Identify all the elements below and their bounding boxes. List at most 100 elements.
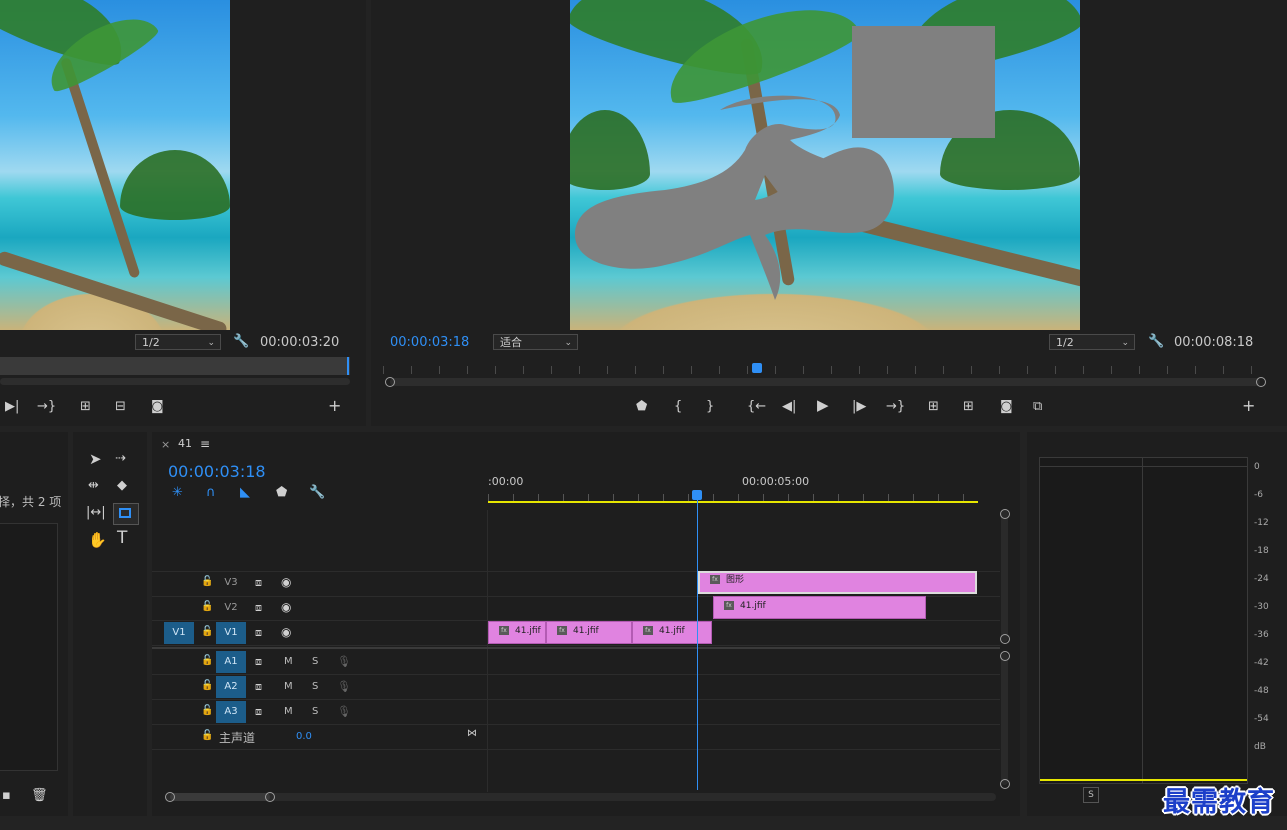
graphic-clip[interactable]: fx 图形 [698, 571, 977, 594]
nest-toggle-icon[interactable]: ✳ [172, 486, 183, 500]
source-playhead[interactable] [347, 357, 349, 375]
microphone-icon[interactable]: 🎙 [337, 680, 351, 694]
step-forward-icon[interactable]: |▶ [852, 400, 866, 414]
timeline-playhead-line[interactable] [697, 498, 698, 790]
sync-lock-icon[interactable]: ⧈ [255, 626, 262, 640]
insert-icon[interactable]: ⊞ [80, 400, 91, 414]
v1-image-clip-1[interactable]: fx 41.jfif [488, 621, 546, 644]
sync-lock-icon[interactable]: ⧈ [255, 680, 262, 694]
scroll-handle[interactable] [1000, 779, 1010, 789]
lock-icon[interactable]: 🔓 [201, 655, 213, 666]
lock-icon[interactable]: 🔓 [201, 576, 213, 587]
program-current-timecode[interactable]: 00:00:03:18 [390, 335, 469, 350]
program-time-ruler[interactable] [383, 366, 1263, 374]
mute-button[interactable]: M [284, 656, 293, 667]
program-zoom-bar[interactable] [390, 378, 1260, 386]
track-label-a3[interactable]: A3 [216, 701, 246, 723]
master-volume-value[interactable]: 0.0 [296, 731, 312, 742]
zoom-handle-right[interactable] [1256, 377, 1266, 387]
timeline-timecode[interactable]: 00:00:03:18 [168, 462, 266, 481]
track-label-v3[interactable]: V3 [216, 572, 246, 594]
type-tool-icon[interactable]: T [117, 530, 127, 547]
new-item-icon[interactable]: ▪ [2, 789, 11, 803]
track-label-v2[interactable]: V2 [216, 597, 246, 619]
mute-button[interactable]: M [284, 706, 293, 717]
trash-icon[interactable]: 🗑 [31, 789, 48, 803]
program-zoom-select[interactable]: 1/2 ⌄ [1049, 334, 1135, 350]
eye-icon[interactable]: ◉ [281, 625, 291, 639]
solo-button[interactable]: S [312, 681, 318, 692]
play-icon[interactable]: ▶ [817, 398, 829, 413]
sync-lock-icon[interactable]: ⧈ [255, 576, 262, 590]
v1-image-clip-2[interactable]: fx 41.jfif [546, 621, 632, 644]
add-marker-icon[interactable]: ⬟ [636, 400, 647, 414]
v2-image-clip[interactable]: fx 41.jfif [713, 596, 926, 619]
track-label-a1[interactable]: A1 [216, 651, 246, 673]
timeline-zoom-thumb[interactable] [170, 793, 270, 801]
track-label-v1[interactable]: V1 [216, 622, 246, 644]
scroll-handle[interactable] [165, 792, 175, 802]
scroll-handle[interactable] [1000, 634, 1010, 644]
track-label-a2[interactable]: A2 [216, 676, 246, 698]
lock-icon[interactable]: 🔓 [201, 601, 213, 612]
razor-tool-icon[interactable]: ◆ [117, 479, 127, 493]
wrench-icon[interactable]: 🔧 [233, 335, 249, 349]
sync-lock-icon[interactable]: ⧈ [255, 705, 262, 719]
source-scrub-bar[interactable] [0, 357, 350, 375]
mark-out-icon[interactable]: } [706, 400, 714, 414]
timeline-horizontal-scrollbar[interactable] [166, 793, 996, 801]
linked-selection-icon[interactable]: ◣ [240, 486, 250, 500]
scroll-handle[interactable] [1000, 509, 1010, 519]
microphone-icon[interactable]: 🎙 [337, 655, 351, 669]
extract-icon[interactable]: ⊞ [963, 400, 974, 414]
mark-in-icon[interactable]: { [674, 400, 682, 414]
step-forward-icon[interactable]: ▶| [5, 400, 19, 414]
scroll-handle[interactable] [265, 792, 275, 802]
add-button-icon[interactable]: + [1242, 398, 1255, 414]
add-marker-icon[interactable]: ⬟ [276, 486, 287, 500]
ripple-edit-tool-icon[interactable]: ⇹ [88, 479, 99, 493]
selection-tool-icon[interactable]: ➤ [89, 452, 102, 467]
sync-lock-icon[interactable]: ⧈ [255, 655, 262, 669]
solo-button[interactable]: S [312, 656, 318, 667]
hand-tool-icon[interactable]: ✋ [88, 533, 107, 548]
step-back-icon[interactable]: ◀| [782, 400, 796, 414]
overwrite-icon[interactable]: ⊟ [115, 400, 126, 414]
work-area-bar[interactable] [488, 501, 978, 503]
camera-icon[interactable]: ◙ [151, 400, 164, 414]
eye-icon[interactable]: ◉ [281, 575, 291, 589]
lift-icon[interactable]: ⊞ [928, 400, 939, 414]
audio-track-scrollbar[interactable] [1001, 653, 1008, 785]
add-button-icon[interactable]: + [328, 398, 341, 414]
camera-icon[interactable]: ◙ [1000, 400, 1013, 414]
comparison-view-icon[interactable]: ⧉ [1033, 400, 1042, 414]
scroll-handle[interactable] [1000, 651, 1010, 661]
go-to-in-icon[interactable]: {← [747, 400, 766, 414]
video-track-scrollbar[interactable] [1001, 510, 1008, 642]
go-to-out-icon[interactable]: →} [886, 400, 905, 414]
eye-icon[interactable]: ◉ [281, 600, 291, 614]
lock-icon[interactable]: 🔓 [201, 730, 213, 741]
source-patch-v1[interactable]: V1 [164, 622, 194, 644]
program-playhead-marker[interactable] [752, 363, 762, 373]
snap-icon[interactable]: ∩ [206, 486, 216, 500]
lock-icon[interactable]: 🔓 [201, 705, 213, 716]
timeline-menu-icon[interactable]: ≡ [200, 437, 210, 451]
go-to-out-icon[interactable]: →} [37, 400, 56, 414]
master-options-icon[interactable]: ⋈ [467, 727, 477, 741]
lock-icon[interactable]: 🔓 [201, 626, 213, 637]
solo-button[interactable]: S [312, 706, 318, 717]
mute-button[interactable]: M [284, 681, 293, 692]
slip-tool-icon[interactable]: |↔| [86, 506, 106, 520]
timeline-tab-close[interactable]: × [161, 438, 170, 451]
sync-lock-icon[interactable]: ⧈ [255, 601, 262, 615]
v1-image-clip-3[interactable]: fx 41.jfif [632, 621, 712, 644]
timeline-tab-name[interactable]: 41 [178, 437, 192, 450]
source-zoom-bar[interactable] [0, 378, 350, 385]
wrench-icon[interactable]: 🔧 [309, 486, 325, 500]
zoom-handle-left[interactable] [385, 377, 395, 387]
lock-icon[interactable]: 🔓 [201, 680, 213, 691]
meter-solo-button[interactable]: S [1083, 787, 1099, 803]
source-zoom-select[interactable]: 1/2 ⌄ [135, 334, 221, 350]
program-fit-select[interactable]: 适合 ⌄ [493, 334, 578, 350]
